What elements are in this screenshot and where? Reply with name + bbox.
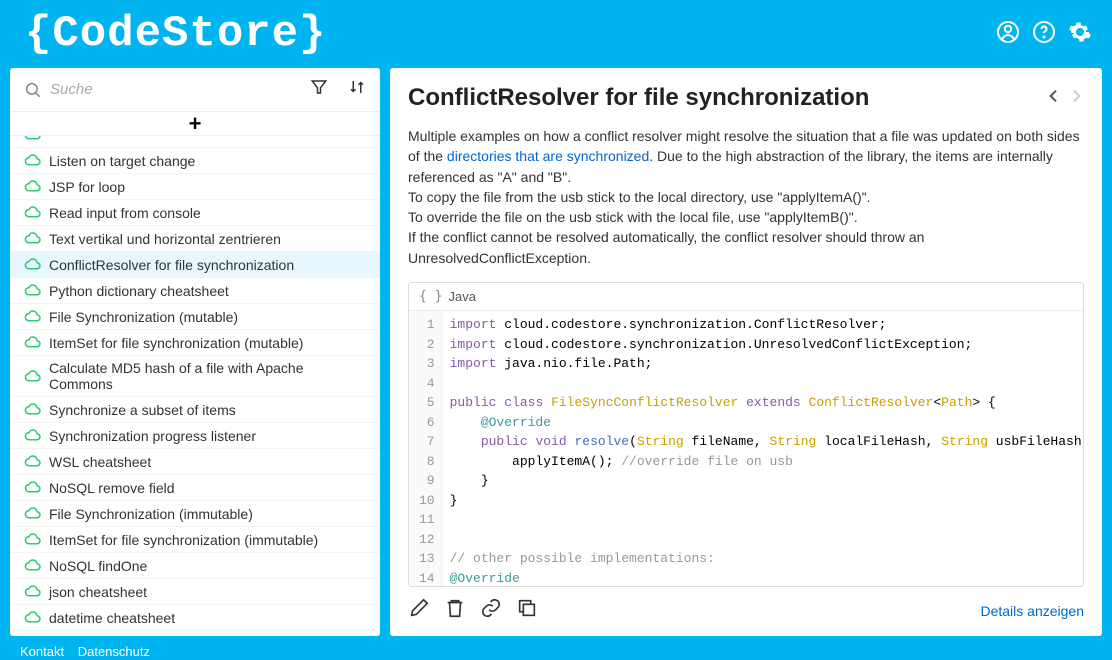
list-item[interactable]: NoSQL remove field [10,475,380,501]
main-layout: + Listen on target change JSP for loop Rea… [0,68,1112,636]
list-item-label: File Synchronization (immutable) [49,506,253,522]
list-item-label: Synchronize a subset of items [49,402,236,418]
desc-line3: To override the file on the usb stick wi… [408,209,858,225]
content-panel: ConflictResolver for file synchronizatio… [390,68,1102,636]
list-item-label: Listen on target change [49,153,195,169]
list-item-label: json cheatsheet [49,584,147,600]
list-item-label: JSP for loop [49,179,125,195]
list-item[interactable]: Synchronization progress listener [10,423,380,449]
list-item[interactable]: format strings [10,631,380,636]
edit-icon[interactable] [408,597,430,624]
language-label: Java [448,289,475,304]
list-item-label: datetime cheatsheet [49,610,175,626]
add-button[interactable]: + [189,113,202,135]
list-item[interactable]: NoSQL findOne [10,553,380,579]
list-item-label: Synchronization progress listener [49,428,256,444]
list-item-label: Python dictionary cheatsheet [49,283,229,299]
search-row [10,68,380,112]
list-item-label: NoSQL remove field [49,480,175,496]
code-language-bar: { } Java [409,283,1083,311]
list-item[interactable]: json cheatsheet [10,579,380,605]
list-item[interactable]: ConflictResolver for file synchronizatio… [10,252,380,278]
code-lines[interactable]: import cloud.codestore.synchronization.C… [442,311,1083,586]
list-item[interactable]: ItemSet for file synchronization (mutabl… [10,330,380,356]
help-icon[interactable] [1032,20,1056,49]
list-item[interactable]: JSP for loop [10,174,380,200]
list-item[interactable]: Read input from console [10,200,380,226]
next-button [1068,88,1084,109]
list-item-label: NoSQL findOne [49,558,147,574]
braces-icon: { } [419,289,442,304]
list-item[interactable]: Listen on target change [10,148,380,174]
link-icon[interactable] [480,597,502,624]
snippet-list[interactable]: Listen on target change JSP for loop Read … [10,136,380,636]
nav-arrows [1046,88,1084,109]
desc-line4: If the conflict cannot be resolved autom… [408,229,924,265]
list-item[interactable]: File Synchronization (immutable) [10,501,380,527]
action-bar: Details anzeigen [408,587,1084,624]
list-item-label: ConflictResolver for file synchronizatio… [49,257,294,273]
list-item[interactable]: datetime cheatsheet [10,605,380,631]
desc-line2: To copy the file from the usb stick to t… [408,189,871,205]
footer-kontakt[interactable]: Kontakt [20,644,64,659]
description: Multiple examples on how a conflict reso… [408,126,1084,268]
content-header: ConflictResolver for file synchronizatio… [408,84,1084,112]
search-icon [24,81,42,99]
prev-button[interactable] [1046,88,1062,109]
list-item-label: Read input from console [49,205,201,221]
filter-button[interactable] [304,76,334,103]
details-link[interactable]: Details anzeigen [980,603,1084,619]
list-item-label: format strings [49,636,134,637]
list-item[interactable]: Python dictionary cheatsheet [10,278,380,304]
app-header: {CodeStore} [0,0,1112,68]
page-title: ConflictResolver for file synchronizatio… [408,84,869,112]
sort-button[interactable] [342,76,372,103]
search-input[interactable] [50,81,296,98]
line-gutter: 1234567891011121314151617181920 [409,311,442,586]
list-item-label: Text vertikal und horizontal zentrieren [49,231,281,247]
list-item-label: WSL cheatsheet [49,454,151,470]
list-item-label: File Synchronization (mutable) [49,309,238,325]
list-item-label: ItemSet for file synchronization (mutabl… [49,335,303,351]
copy-icon[interactable] [516,597,538,624]
list-item[interactable]: ItemSet for file synchronization (immuta… [10,527,380,553]
list-item[interactable]: Text vertikal und horizontal zentrieren [10,226,380,252]
code-block: { } Java 1234567891011121314151617181920… [408,282,1084,587]
list-item-label: Calculate MD5 hash of a file with Apache… [49,360,366,392]
logo: {CodeStore} [25,9,326,59]
desc-link[interactable]: directories that are synchronized [447,148,649,164]
sidebar: + Listen on target change JSP for loop Rea… [10,68,380,636]
list-item-label: ItemSet for file synchronization (immuta… [49,532,318,548]
add-row: + [10,112,380,136]
user-icon[interactable] [996,20,1020,49]
list-item[interactable]: Calculate MD5 hash of a file with Apache… [10,356,380,397]
list-item[interactable]: Synchronize a subset of items [10,397,380,423]
code-content[interactable]: 1234567891011121314151617181920 import c… [409,311,1083,586]
list-item[interactable]: WSL cheatsheet [10,449,380,475]
list-item[interactable] [10,136,380,148]
footer: Kontakt Datenschutz [0,636,1112,659]
delete-icon[interactable] [444,597,466,624]
action-icons [408,597,538,624]
header-icons [996,20,1092,49]
list-item[interactable]: File Synchronization (mutable) [10,304,380,330]
footer-datenschutz[interactable]: Datenschutz [78,644,150,659]
gear-icon[interactable] [1068,20,1092,49]
